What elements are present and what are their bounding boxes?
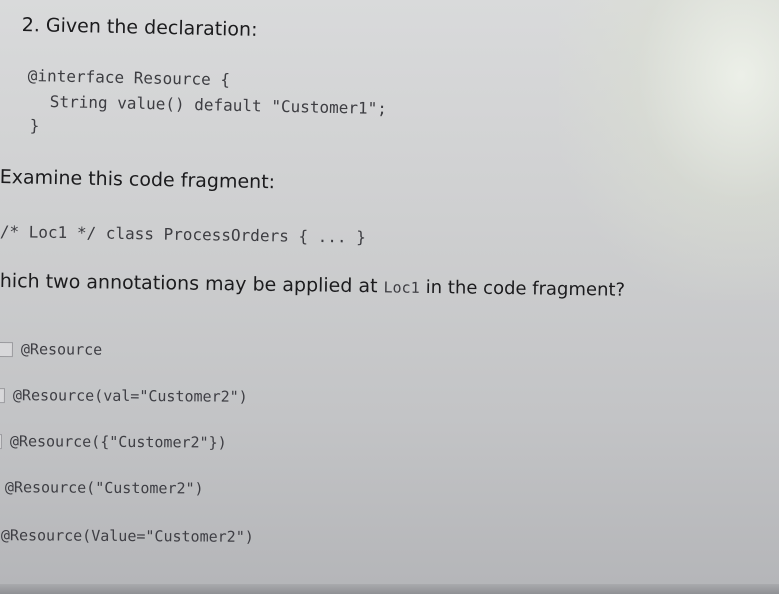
declaration-line-1: @interface Resource {	[27, 66, 231, 90]
answer-option-4[interactable]: @Resource("Customer2")	[0, 478, 204, 498]
option-label: @Resource(Value="Customer2")	[0, 526, 254, 546]
screen: 2. Given the declaration: @interface Res…	[0, 0, 779, 594]
question-text-start: hich two annotations may be applied at	[0, 270, 378, 298]
declaration-line-2: String value() default "Customer1";	[49, 92, 388, 119]
answer-option-1[interactable]: @Resource	[0, 340, 102, 359]
declaration-line-3: }	[29, 116, 40, 136]
examine-prompt: Examine this code fragment:	[0, 166, 276, 194]
option-label: @Resource("Customer2")	[4, 478, 204, 498]
question-title: 2. Given the declaration:	[21, 14, 258, 41]
answer-option-3[interactable]: @Resource({"Customer2"})	[0, 432, 227, 452]
option-checkbox[interactable]	[0, 387, 5, 403]
question-text-end: in the code fragment?	[425, 276, 626, 301]
option-checkbox[interactable]	[0, 341, 13, 357]
code-fragment: /* Loc1 */ class ProcessOrders { ... }	[0, 222, 367, 247]
answer-option-2[interactable]: @Resource(val="Customer2")	[0, 386, 248, 406]
bottom-bezel	[0, 584, 779, 594]
question-text: hich two annotations may be applied at L…	[0, 270, 625, 301]
option-label: @Resource({"Customer2"})	[9, 432, 227, 452]
option-label: @Resource(val="Customer2")	[12, 386, 248, 406]
screen-glare	[559, 0, 779, 300]
option-checkbox[interactable]	[0, 433, 2, 449]
question-inline-code: Loc1	[383, 278, 420, 297]
answer-option-5[interactable]: @Resource(Value="Customer2")	[0, 526, 254, 546]
option-label: @Resource	[20, 340, 103, 359]
